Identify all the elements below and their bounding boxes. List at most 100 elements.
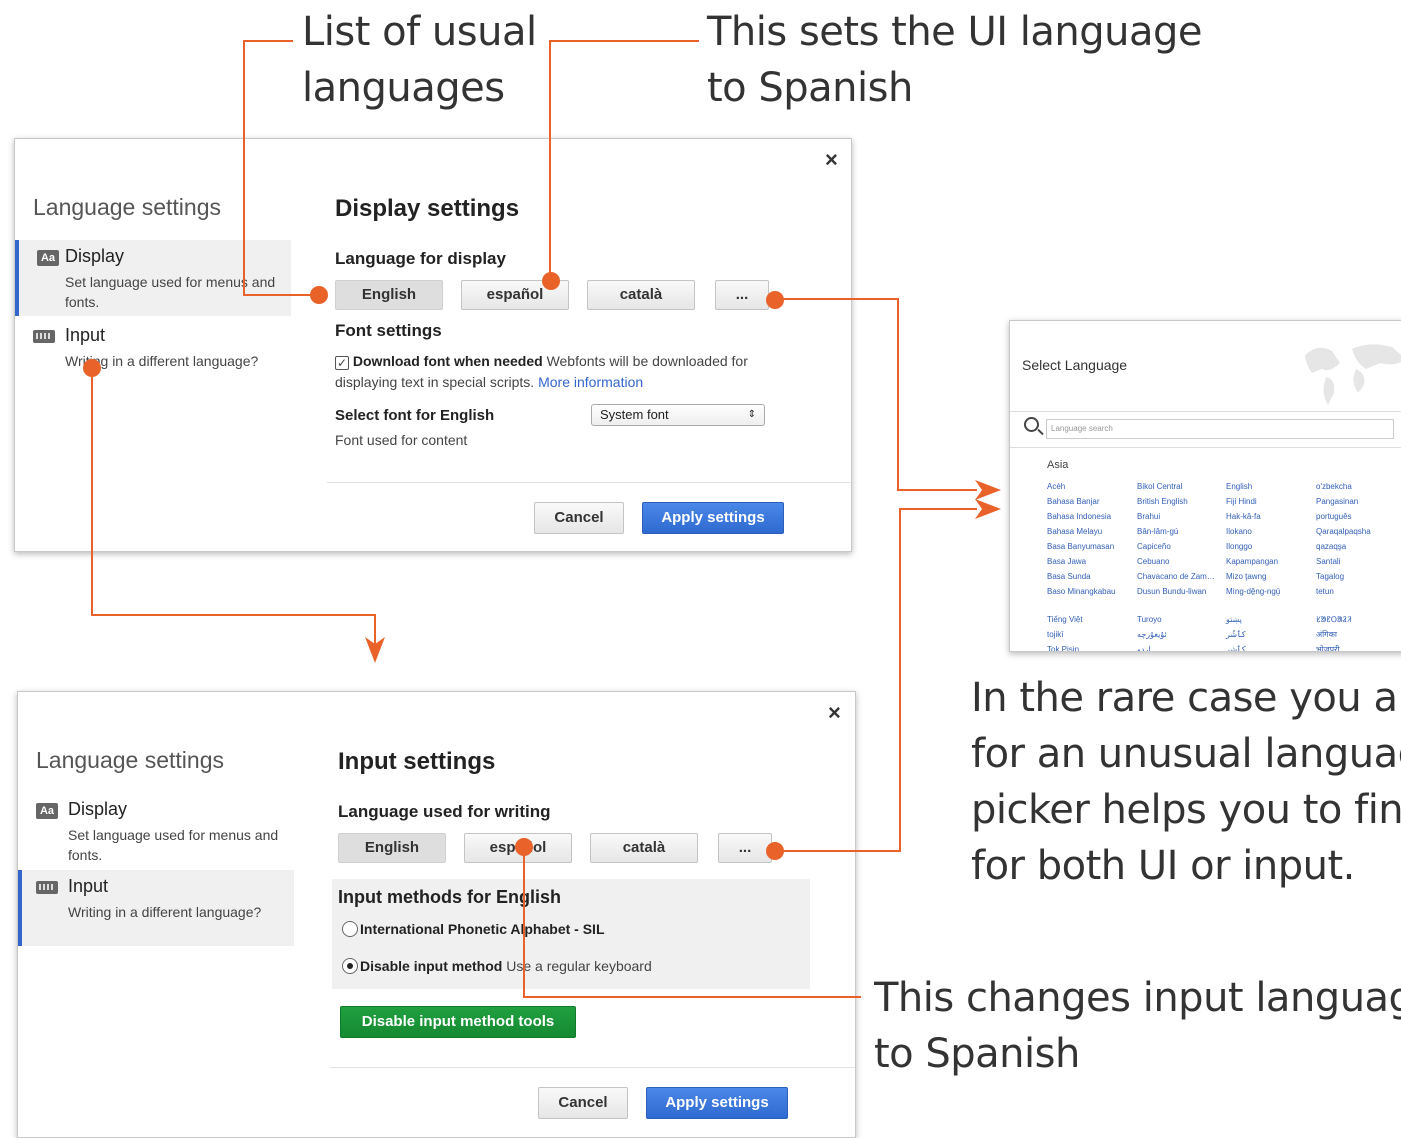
language-option[interactable]: Basa Jawa	[1047, 554, 1086, 569]
input-settings-dialog: × Language settings Aa Display Set langu…	[17, 691, 856, 1138]
annotation-input-spanish: This changes input language to Spanish	[874, 975, 1401, 1077]
close-icon[interactable]: ×	[828, 700, 841, 726]
language-option[interactable]: Mizo ţawng	[1226, 569, 1266, 584]
search-placeholder: Language search	[1051, 424, 1113, 433]
language-option[interactable]: Basa Sunda	[1047, 569, 1091, 584]
keyboard-icon	[36, 881, 58, 894]
radio-ipa[interactable]	[342, 921, 358, 937]
language-option[interactable]: اردو	[1137, 642, 1151, 651]
method-ipa-label[interactable]: International Phonetic Alphabet - SIL	[360, 919, 605, 940]
language-button-catala[interactable]: català	[587, 280, 695, 310]
method-disable-desc: Use a regular keyboard	[506, 958, 652, 974]
language-option[interactable]: o'zbekcha	[1316, 479, 1352, 494]
language-option[interactable]: Kapampangan	[1226, 554, 1278, 569]
nav-label-input: Input	[68, 876, 109, 896]
download-font-label: Download font when needed	[352, 353, 543, 369]
language-button-catala[interactable]: català	[590, 833, 698, 863]
language-option[interactable]: Cebuano	[1137, 554, 1169, 569]
language-option[interactable]: Mìng-dĕ̤ng-ngṳ̄	[1226, 584, 1280, 599]
nav-item-input[interactable]: Input Writing in a different language?	[15, 319, 287, 395]
more-information-link[interactable]: More information	[538, 374, 643, 390]
nav-label-display: Display	[65, 246, 125, 266]
language-button-english[interactable]: English	[338, 833, 446, 863]
language-option[interactable]: Bahasa Indonesia	[1047, 509, 1111, 524]
divider	[330, 1067, 855, 1068]
arrow-right-icon	[975, 480, 1001, 500]
language-button-more[interactable]: ...	[715, 280, 769, 310]
language-option[interactable]: Ilonggo	[1226, 539, 1252, 554]
region-heading: Asia	[1047, 459, 1069, 471]
keyboard-icon	[33, 330, 55, 343]
select-font-label: Select font for English	[335, 407, 495, 424]
language-option[interactable]: Bahasa Melayu	[1047, 524, 1102, 539]
search-divider	[1010, 447, 1401, 448]
world-map-icon	[1305, 344, 1401, 405]
language-used-for-writing-heading: Language used for writing	[338, 802, 551, 821]
language-search-input[interactable]: Language search	[1046, 419, 1394, 439]
display-icon: Aa	[36, 803, 58, 819]
language-option[interactable]: भोजपुरी	[1316, 642, 1340, 651]
language-option[interactable]: کٲشُر	[1226, 627, 1246, 642]
language-option[interactable]: Santali	[1316, 554, 1340, 569]
font-settings-heading: Font settings	[335, 321, 442, 340]
nav-sub-display: Set language used for menus and fonts.	[68, 827, 279, 863]
method-disable[interactable]: Disable input method Use a regular keybo…	[360, 956, 652, 977]
language-option[interactable]: Tiếng Việt	[1047, 612, 1083, 627]
nav-item-display[interactable]: Aa Display Set language used for menus a…	[15, 240, 291, 316]
download-font-checkbox[interactable]: ✓	[335, 356, 349, 370]
disable-input-method-tools-button[interactable]: Disable input method tools	[340, 1006, 576, 1038]
nav-item-input[interactable]: Input Writing in a different language?	[18, 870, 294, 946]
language-option[interactable]: Turoyo	[1137, 612, 1162, 627]
apply-settings-button[interactable]: Apply settings	[646, 1087, 788, 1119]
nav-label-display: Display	[68, 799, 128, 819]
page-title: Input settings	[338, 748, 496, 775]
nav-item-display[interactable]: Aa Display Set language used for menus a…	[18, 793, 290, 869]
arrow-right-icon	[975, 499, 1001, 519]
language-option[interactable]: tetun	[1316, 584, 1334, 599]
nav-label-input: Input	[65, 325, 106, 345]
language-option[interactable]: português	[1316, 509, 1352, 524]
language-option[interactable]: Fiji Hindi	[1226, 494, 1257, 509]
language-option[interactable]: Bân-lâm-gú	[1137, 524, 1178, 539]
language-option[interactable]: tojikī	[1047, 627, 1063, 642]
language-option[interactable]: English	[1226, 479, 1252, 494]
language-option[interactable]: British English	[1137, 494, 1188, 509]
language-option[interactable]: qazaqşa	[1316, 539, 1346, 554]
language-option[interactable]: Capiceño	[1137, 539, 1171, 554]
language-option[interactable]: Pangasinan	[1316, 494, 1358, 509]
divider	[327, 482, 851, 483]
language-option[interactable]: کٲشر	[1226, 642, 1246, 651]
language-option[interactable]: अंगिका	[1316, 627, 1337, 642]
language-option[interactable]: Bikol Central	[1137, 479, 1182, 494]
language-option[interactable]: ئۇيغۇرچە	[1137, 627, 1167, 642]
language-option[interactable]: پښتو	[1226, 612, 1242, 627]
radio-disable-input[interactable]	[342, 958, 358, 974]
language-option[interactable]: Chavacano de Zam…	[1137, 569, 1215, 584]
language-option[interactable]: ᱥᱟᱱᱛᱟᱲᱤ	[1316, 612, 1352, 627]
language-option[interactable]: Acèh	[1047, 479, 1065, 494]
language-option[interactable]: Qaraqalpaqsha	[1316, 524, 1371, 539]
language-option[interactable]: Basa Banyumasan	[1047, 539, 1114, 554]
cancel-button[interactable]: Cancel	[538, 1087, 628, 1119]
cancel-button[interactable]: Cancel	[534, 502, 624, 534]
language-option[interactable]: Ilokano	[1226, 524, 1252, 539]
language-option[interactable]: Dusun Bundu-liwan	[1137, 584, 1206, 599]
language-button-english[interactable]: English	[335, 280, 443, 310]
nav-sub-display: Set language used for menus and fonts.	[65, 274, 276, 310]
apply-settings-button[interactable]: Apply settings	[642, 502, 784, 534]
select-language-panel: Select Language Language search Asia Acè…	[1009, 320, 1401, 652]
font-used-text: Font used for content	[335, 432, 468, 448]
nav-sub-input: Writing in a different language?	[68, 904, 262, 920]
input-methods-heading: Input methods for English	[338, 887, 561, 907]
annotation-ui-spanish: This sets the UI language to Spanish	[707, 9, 1203, 111]
language-option[interactable]: Hak-kâ-fa	[1226, 509, 1261, 524]
page-title: Display settings	[335, 195, 520, 222]
close-icon[interactable]: ×	[825, 147, 838, 173]
language-button-more[interactable]: ...	[718, 833, 772, 863]
language-option[interactable]: Baso Minangkabau	[1047, 584, 1116, 599]
language-option[interactable]: Tagalog	[1316, 569, 1344, 584]
language-option[interactable]: Tok Pisin	[1047, 642, 1079, 651]
font-select[interactable]: System font ⇕	[591, 404, 765, 426]
language-option[interactable]: Brahui	[1137, 509, 1160, 524]
language-option[interactable]: Bahasa Banjar	[1047, 494, 1099, 509]
